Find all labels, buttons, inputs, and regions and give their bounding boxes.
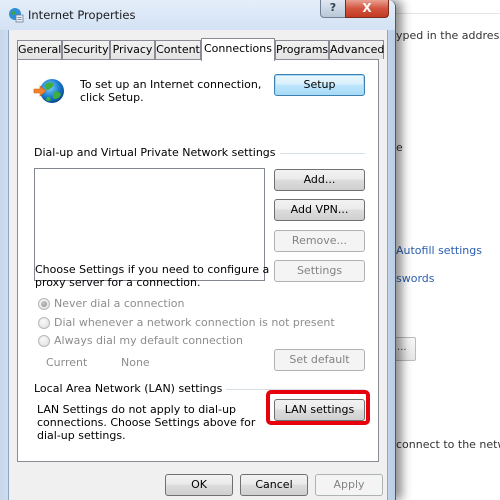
add-vpn-button[interactable]: Add VPN...: [274, 199, 365, 221]
close-icon: X: [362, 1, 372, 15]
radio-dial-whenever[interactable]: Dial whenever a network connection is no…: [38, 316, 335, 329]
internet-options-icon: [9, 8, 24, 23]
radio-button[interactable]: [38, 334, 50, 347]
radio-always-dial[interactable]: Always dial my default connection: [38, 334, 243, 347]
dialup-group-label: Dial-up and Virtual Private Network sett…: [34, 146, 280, 159]
title-bar[interactable]: Internet Properties ? X: [0, 0, 395, 30]
connections-panel: To set up an Internet connection, click …: [17, 59, 379, 462]
internet-globe-icon: [33, 79, 64, 103]
background-divider: [395, 13, 500, 14]
background-text-fragment: e: [396, 141, 403, 154]
lan-settings-highlight: [266, 390, 370, 425]
radio-label: Never dial a connection: [54, 297, 185, 310]
radio-button-checked[interactable]: [38, 297, 50, 310]
cancel-button[interactable]: Cancel: [240, 474, 308, 496]
passwords-link[interactable]: swords: [396, 272, 435, 285]
add-button[interactable]: Add...: [274, 169, 365, 191]
remove-button[interactable]: Remove...: [274, 230, 365, 252]
radio-label: Dial whenever a network connection is no…: [54, 316, 335, 329]
lan-group-label: Local Area Network (LAN) settings: [34, 382, 227, 395]
window-title: Internet Properties: [28, 8, 136, 22]
tab-connections[interactable]: Connections: [201, 38, 275, 61]
close-button[interactable]: X: [345, 0, 389, 18]
setup-description: To set up an Internet connection, click …: [80, 78, 262, 104]
apply-button[interactable]: Apply: [315, 474, 383, 496]
tab-advanced[interactable]: Advanced: [329, 40, 384, 59]
tab-general[interactable]: General: [17, 40, 62, 59]
tab-programs[interactable]: Programs: [275, 40, 329, 59]
tab-content[interactable]: Content: [155, 40, 201, 59]
dialog-client-area: General Security Privacy Content Connect…: [8, 30, 388, 500]
radio-never-dial[interactable]: Never dial a connection: [38, 297, 184, 310]
current-connection-label: Current: [46, 356, 88, 369]
help-button[interactable]: ?: [320, 0, 346, 18]
set-default-button[interactable]: Set default: [274, 349, 365, 371]
background-text-address-bar: yped in the address ba: [396, 29, 500, 42]
lan-description: LAN Settings do not apply to dial-up con…: [37, 403, 256, 442]
internet-properties-window: Internet Properties ? X General Security…: [0, 0, 396, 500]
radio-label: Always dial my default connection: [54, 334, 243, 347]
setup-button[interactable]: Setup: [274, 74, 365, 96]
tab-security[interactable]: Security: [62, 40, 110, 59]
proxy-description: Choose Settings if you need to configure…: [35, 263, 270, 289]
ok-button[interactable]: OK: [165, 474, 233, 496]
settings-button[interactable]: Settings: [274, 260, 365, 282]
background-text-connect: connect to the netwo: [396, 438, 500, 451]
autofill-settings-link[interactable]: Autofill settings: [396, 244, 482, 257]
current-connection-value: None: [121, 356, 150, 369]
tab-privacy[interactable]: Privacy: [110, 40, 155, 59]
radio-button[interactable]: [38, 316, 50, 329]
